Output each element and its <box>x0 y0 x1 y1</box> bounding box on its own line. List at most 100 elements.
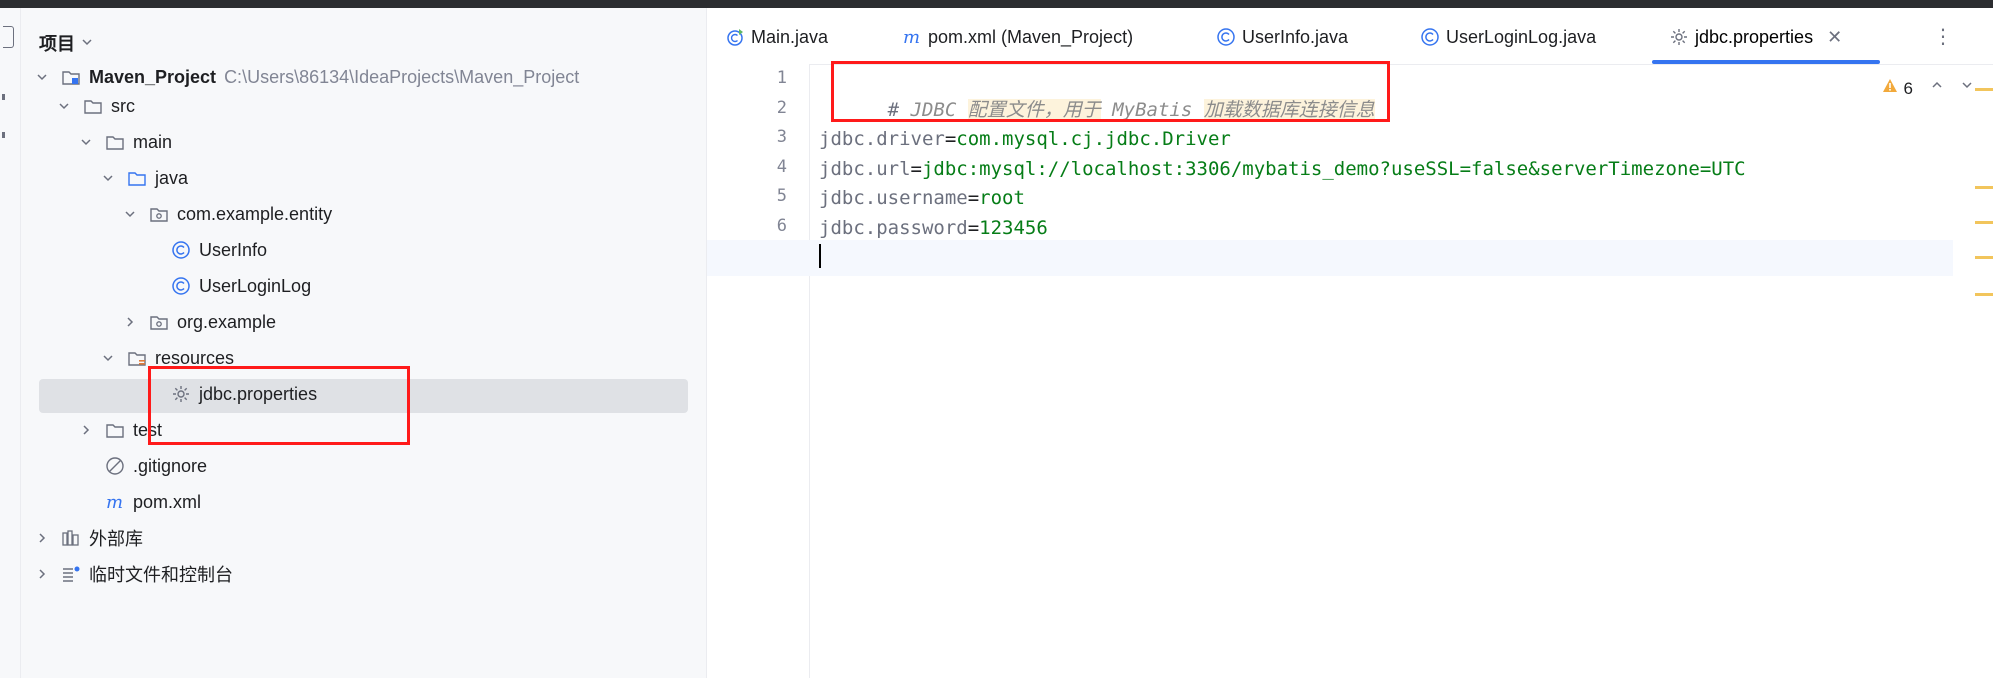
scratches-icon <box>61 564 81 584</box>
tree-item-java[interactable]: java <box>21 161 786 195</box>
property-value: jdbc:mysql://localhost:3306/mybatis_demo… <box>921 158 1746 180</box>
line-number: 5 <box>776 186 787 206</box>
tree-item-test[interactable]: test <box>21 413 764 447</box>
chevron-right-icon[interactable] <box>35 567 49 581</box>
tree-item-pom-xml[interactable]: m pom.xml <box>21 485 764 519</box>
property-line: jdbc.url=jdbc:mysql://localhost:3306/myb… <box>819 154 1746 184</box>
tree-item-label: java <box>155 167 189 188</box>
tree-item-com-example-entity[interactable]: com.example.entity <box>21 197 808 231</box>
tree-item-org-example[interactable]: org.example <box>21 305 808 339</box>
rail-marker-icon <box>2 132 5 138</box>
property-equals: = <box>967 187 980 209</box>
chevron-down-icon[interactable] <box>1961 78 1973 94</box>
line-number: 1 <box>776 68 787 88</box>
project-path: C:\Users\86134\IdeaProjects\Maven_Projec… <box>224 66 580 87</box>
tree-item-label: jdbc.properties <box>199 383 318 404</box>
chevron-down-icon[interactable] <box>79 135 93 149</box>
tool-window-rail <box>0 8 21 678</box>
tree-item-external-libraries[interactable]: 外部库 <box>21 521 720 555</box>
tree-item-main[interactable]: main <box>21 125 764 159</box>
comment-text: 配置文件，用于 <box>967 99 1101 121</box>
property-equals: = <box>967 217 980 239</box>
tab-label: UserLoginLog.java <box>1446 26 1597 47</box>
tree-item-label: org.example <box>177 311 277 332</box>
close-icon[interactable]: ✕ <box>1827 27 1842 48</box>
tree-item-label: UserLoginLog <box>199 275 312 296</box>
class-icon <box>1420 27 1440 47</box>
comment-text: 加载数据库连接信息 <box>1203 99 1375 121</box>
tree-item-label: UserInfo <box>199 239 268 260</box>
warning-count: 6 <box>1903 78 1913 98</box>
tree-item-src[interactable]: src <box>21 89 742 123</box>
comment-line: # JDBC 配置文件，用于 MyBatis 加载数据库连接信息 <box>819 65 1375 121</box>
tree-item-resources[interactable]: resources <box>21 341 786 375</box>
scrollbar-warning-marker[interactable] <box>1975 293 1993 296</box>
tree-item-label: main <box>133 131 173 152</box>
tree-item-label: src <box>111 95 135 116</box>
rail-marker-icon <box>2 94 5 100</box>
line-number-gutter: 1 2 3 4 5 6 7 <box>707 64 810 678</box>
comment-text: JDBC <box>910 99 957 121</box>
chevron-right-icon[interactable] <box>79 423 93 437</box>
current-line-highlight <box>707 240 1953 276</box>
code-area[interactable]: # JDBC 配置文件，用于 MyBatis 加载数据库连接信息 jdbc.dr… <box>707 64 1963 678</box>
property-key: jdbc.password <box>819 217 968 239</box>
chevron-down-icon[interactable] <box>101 171 115 185</box>
tab-label: UserInfo.java <box>1242 26 1349 47</box>
chevron-down-icon[interactable] <box>35 70 49 84</box>
scrollbar-warning-marker[interactable] <box>1975 256 1993 259</box>
folder-icon <box>83 96 103 116</box>
project-panel: 项目 Maven_Project C:\Users\86134\IdeaProj… <box>21 8 707 678</box>
line-number: 4 <box>776 157 787 177</box>
comment-hash: # <box>887 99 900 121</box>
tree-item-label: test <box>133 419 163 440</box>
ignore-file-icon <box>105 456 125 476</box>
tree-item-label: Maven_Project <box>89 66 217 87</box>
svg-text:m: m <box>903 27 920 47</box>
editor-tabs: Main.java m pom.xml (Maven_Project) User… <box>707 8 1993 65</box>
project-panel-title[interactable]: 项目 <box>39 30 93 56</box>
chevron-right-icon[interactable] <box>35 531 49 545</box>
tab-userinfo-java[interactable]: UserInfo.java <box>1216 22 1348 52</box>
project-panel-title-text: 项目 <box>39 34 75 54</box>
chevron-down-icon[interactable] <box>123 207 137 221</box>
class-icon <box>1216 27 1236 47</box>
tab-userloginlog-java[interactable]: UserLoginLog.java <box>1420 22 1596 52</box>
tree-item-scratches[interactable]: 临时文件和控制台 <box>21 557 720 591</box>
property-line: jdbc.username=root <box>819 183 1025 213</box>
maven-icon: m <box>105 492 125 512</box>
tree-item-label: 临时文件和控制台 <box>89 565 233 585</box>
class-icon <box>171 240 191 260</box>
package-icon <box>149 204 169 224</box>
source-folder-icon <box>127 168 147 188</box>
scrollbar-warning-marker[interactable] <box>1975 221 1993 224</box>
chevron-up-icon[interactable] <box>1931 78 1943 94</box>
tab-main-java[interactable]: Main.java <box>725 22 828 52</box>
tab-label: Main.java <box>751 26 829 47</box>
chevron-right-icon[interactable] <box>123 315 137 329</box>
more-options-icon[interactable]: ⋮ <box>1933 24 1953 49</box>
line-number: 2 <box>776 98 787 118</box>
tree-item-label: resources <box>155 347 235 368</box>
chevron-down-icon[interactable] <box>57 99 71 113</box>
resources-folder-icon <box>127 348 147 368</box>
property-key: jdbc.username <box>819 187 968 209</box>
maven-icon: m <box>902 27 922 47</box>
property-equals: = <box>910 158 922 180</box>
package-icon <box>149 312 169 332</box>
window-top-strip <box>0 0 1993 8</box>
class-icon <box>171 276 191 296</box>
tab-pom-xml[interactable]: m pom.xml (Maven_Project) <box>902 22 1133 52</box>
property-value: com.mysql.cj.jdbc.Driver <box>956 128 1231 150</box>
property-line: jdbc.password=123456 <box>819 213 1048 243</box>
tree-item-label: 外部库 <box>89 529 143 549</box>
inspection-widget[interactable]: 6 <box>1882 78 1913 99</box>
tree-item-label: com.example.entity <box>177 203 333 224</box>
scrollbar-warning-marker[interactable] <box>1975 88 1993 91</box>
tree-item-gitignore[interactable]: .gitignore <box>21 449 764 483</box>
chevron-down-icon[interactable] <box>101 351 115 365</box>
tab-label: jdbc.properties <box>1695 26 1814 47</box>
project-tool-icon[interactable] <box>3 26 14 48</box>
scrollbar-warning-marker[interactable] <box>1975 186 1993 189</box>
tab-jdbc-properties[interactable]: jdbc.properties ✕ <box>1669 22 1842 52</box>
